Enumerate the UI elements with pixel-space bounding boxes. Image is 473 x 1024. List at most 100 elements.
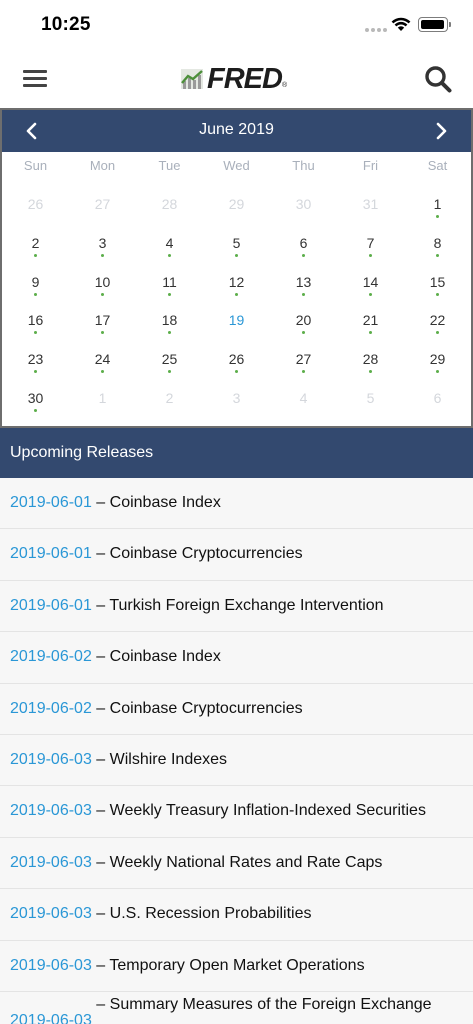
calendar-day[interactable]: 7 — [337, 235, 404, 274]
calendar-day-outside-month: 30 — [270, 196, 337, 235]
calendar-day[interactable]: 13 — [270, 274, 337, 313]
calendar-day-number: 29 — [429, 351, 446, 368]
release-event-dot — [34, 408, 37, 412]
release-name: Summary Measures of the Foreign Exchange — [109, 995, 432, 1013]
status-time: 10:25 — [41, 14, 91, 35]
wifi-icon — [391, 17, 411, 31]
calendar-day[interactable]: 4 — [136, 235, 203, 274]
battery-icon — [418, 17, 451, 32]
release-separator: – — [91, 596, 110, 614]
release-list-item[interactable]: 2019-06-03 – Temporary Open Market Opera… — [0, 940, 473, 992]
calendar-day[interactable]: 28 — [337, 351, 404, 390]
calendar-day[interactable]: 8 — [404, 235, 471, 274]
weekday-label: Thu — [292, 158, 315, 173]
calendar-day[interactable]: 24 — [69, 351, 136, 390]
release-date-link[interactable]: 2019-06-01 — [10, 597, 92, 614]
calendar-day-number: 14 — [362, 273, 379, 290]
calendar-day[interactable]: 10 — [69, 274, 136, 313]
calendar-day-number: 21 — [362, 312, 379, 329]
calendar-day[interactable]: 3 — [69, 235, 136, 274]
release-event-dot — [369, 253, 372, 257]
calendar-day[interactable]: 18 — [136, 312, 203, 351]
release-list-item[interactable]: 2019-06-03 – Summary Measures of the For… — [0, 991, 473, 1024]
calendar-day[interactable]: 9 — [2, 274, 69, 313]
release-name: Wilshire Indexes — [109, 750, 228, 768]
calendar-day[interactable]: 30 — [2, 390, 69, 429]
search-icon[interactable] — [424, 65, 452, 93]
calendar-day[interactable]: 29 — [404, 351, 471, 390]
fred-logo: FRED ® — [180, 63, 287, 95]
release-event-dot — [168, 253, 171, 257]
release-list-item[interactable]: 2019-06-01 – Turkish Foreign Exchange In… — [0, 580, 473, 633]
release-list-item[interactable]: 2019-06-03 – U.S. Recession Probabilitie… — [0, 889, 473, 941]
release-date-link[interactable]: 2019-06-03 — [10, 751, 92, 768]
calendar-day-number: 30 — [295, 196, 312, 212]
calendar-day[interactable]: 16 — [2, 312, 69, 351]
calendar-day[interactable]: 2 — [2, 235, 69, 274]
calendar-day-number: 16 — [27, 312, 44, 329]
calendar-day[interactable]: 21 — [337, 312, 404, 351]
calendar-day-number: 30 — [27, 389, 44, 406]
release-list-item[interactable]: 2019-06-03 – Weekly Treasury Inflation-I… — [0, 786, 473, 838]
calendar-day[interactable]: 17 — [69, 312, 136, 351]
release-date-link[interactable]: 2019-06-03 — [10, 905, 92, 922]
release-line: 2019-06-03 – Temporary Open Market Opera… — [0, 941, 473, 975]
calendar-day[interactable]: 25 — [136, 351, 203, 390]
release-date-link[interactable]: 2019-06-03 — [10, 802, 92, 819]
calendar-day[interactable]: 23 — [2, 351, 69, 390]
calendar-day[interactable]: 15 — [404, 274, 471, 313]
release-list-item[interactable]: 2019-06-03 – Wilshire Indexes — [0, 734, 473, 787]
calendar-day[interactable]: 5 — [203, 235, 270, 274]
release-separator: – — [91, 699, 110, 717]
calendar-day[interactable]: 1 — [404, 196, 471, 235]
release-event-dot — [436, 331, 439, 335]
calendar-day-number: 27 — [94, 196, 111, 212]
release-event-dot — [369, 292, 372, 296]
release-date-link[interactable]: 2019-06-01 — [10, 545, 92, 562]
calendar-day-number: 19 — [228, 312, 245, 329]
calendar-day-number: 6 — [433, 389, 442, 406]
calendar-day-number: 11 — [162, 273, 177, 290]
calendar-day-number: 3 — [98, 234, 107, 251]
calendar-day-number: 22 — [429, 312, 446, 329]
release-list-item[interactable]: 2019-06-02 – Coinbase Index — [0, 632, 473, 684]
release-list-item[interactable]: 2019-06-02 – Coinbase Cryptocurrencies — [0, 683, 473, 735]
release-list-item[interactable]: 2019-06-03 – Weekly National Rates and R… — [0, 837, 473, 890]
next-month-chevron-icon[interactable] — [431, 121, 451, 141]
calendar-day[interactable]: 26 — [203, 351, 270, 390]
release-date-link[interactable]: 2019-06-03 — [10, 1012, 92, 1024]
weekday-label: Sun — [23, 158, 48, 173]
calendar-day-number: 27 — [295, 351, 312, 368]
calendar-day-outside-month: 2 — [136, 390, 203, 429]
calendar-day-number: 9 — [31, 273, 40, 290]
hamburger-menu-icon[interactable] — [23, 70, 47, 88]
release-date-link[interactable]: 2019-06-03 — [10, 854, 92, 871]
release-date-link[interactable]: 2019-06-02 — [10, 700, 92, 717]
calendar-day-number: 7 — [366, 234, 375, 251]
calendar-day-number: 28 — [362, 351, 379, 368]
release-date-link[interactable]: 2019-06-02 — [10, 648, 92, 665]
calendar-day-outside-month: 5 — [337, 390, 404, 429]
calendar-day-number: 2 — [31, 234, 40, 251]
upcoming-releases-header: Upcoming Releases — [0, 428, 473, 478]
calendar-day-number: 5 — [232, 234, 241, 251]
calendar-day[interactable]: 11 — [136, 274, 203, 313]
calendar-day[interactable]: 14 — [337, 274, 404, 313]
release-event-dot — [436, 215, 439, 218]
calendar-day[interactable]: 12 — [203, 274, 270, 313]
release-name: Coinbase Cryptocurrencies — [109, 545, 303, 563]
calendar-day-today[interactable]: 19 — [203, 312, 270, 351]
calendar-grid: 26 27 28 29 30 31 1 2 3 4 5 6 7 8 9 10 11 12 13 14 15 16 17 18 1… — [2, 196, 471, 429]
weekday-label: Sat — [427, 158, 448, 173]
calendar-day[interactable]: 6 — [270, 235, 337, 274]
calendar-day[interactable]: 27 — [270, 351, 337, 390]
release-date-link[interactable]: 2019-06-01 — [10, 494, 92, 511]
calendar-day[interactable]: 20 — [270, 312, 337, 351]
calendar-day-number: 4 — [165, 234, 174, 251]
status-bar: 10:25 — [0, 0, 473, 50]
calendar-day[interactable]: 22 — [404, 312, 471, 351]
release-list-item[interactable]: 2019-06-01 – Coinbase Cryptocurrencies — [0, 529, 473, 581]
release-list-item[interactable]: 2019-06-01 – Coinbase Index — [0, 478, 473, 530]
calendar-day-number: 28 — [161, 196, 178, 212]
release-date-link[interactable]: 2019-06-03 — [10, 957, 92, 974]
